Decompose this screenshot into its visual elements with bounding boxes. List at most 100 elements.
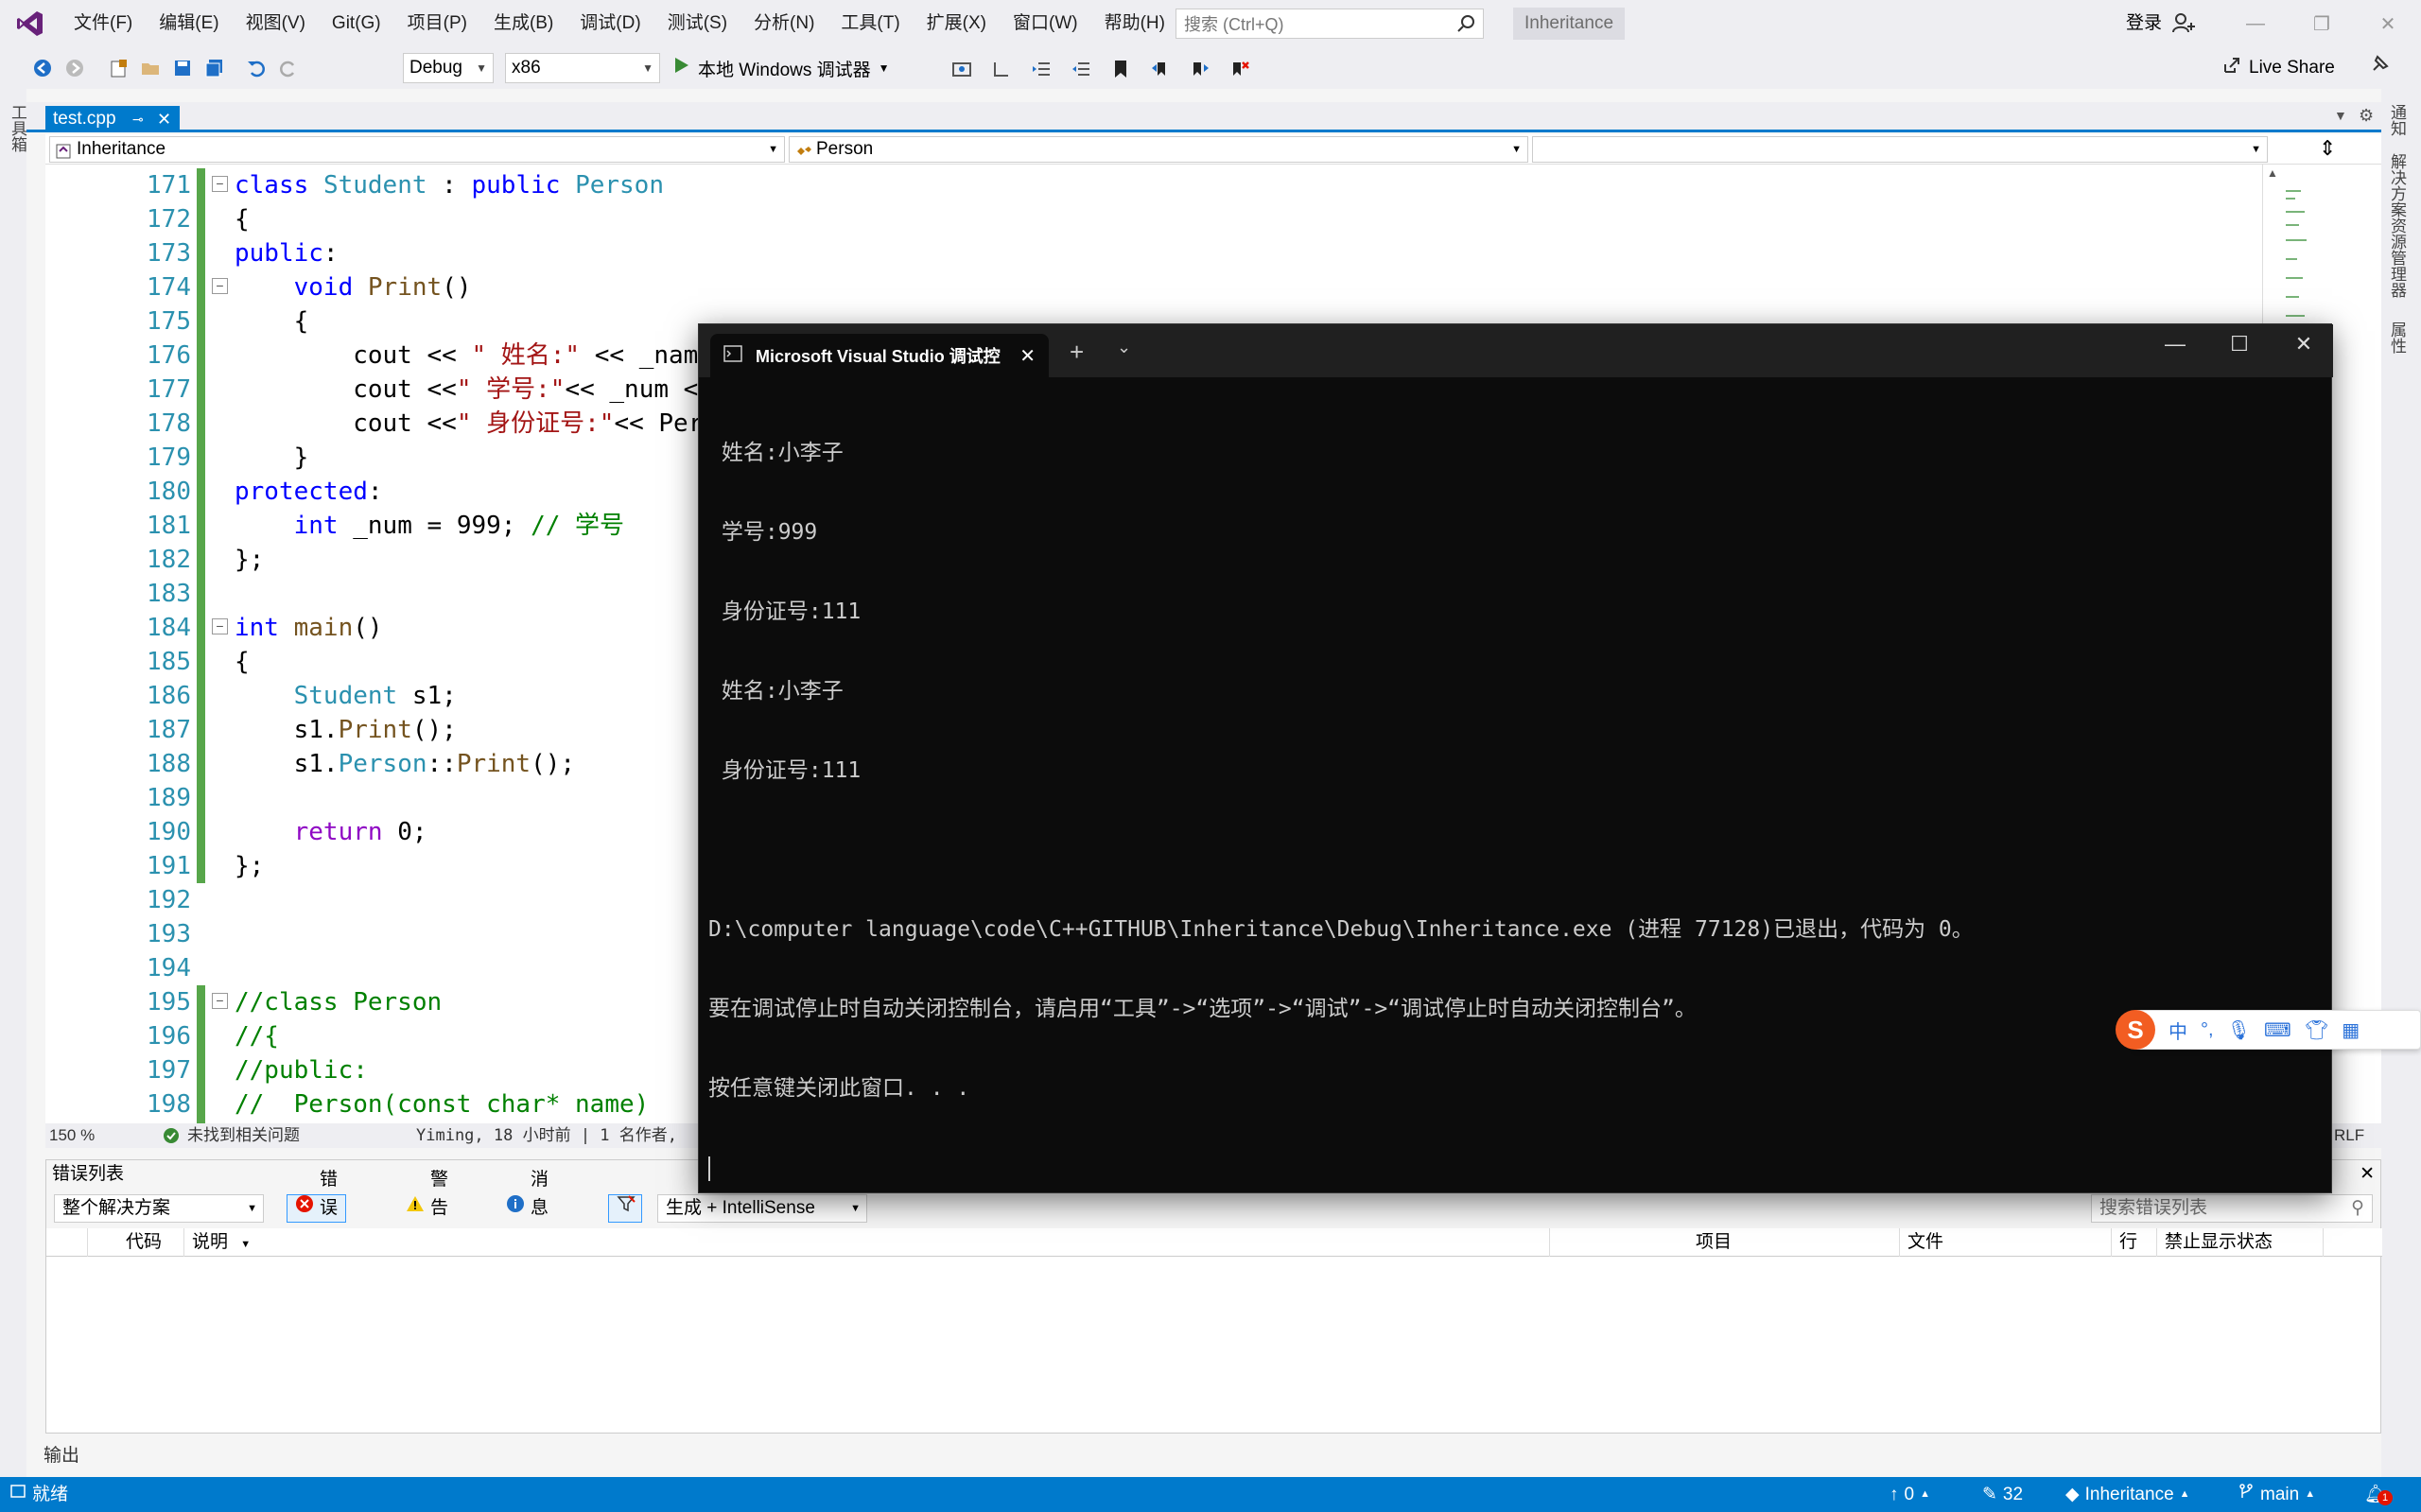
live-share-button[interactable]: Live Share [2222,53,2335,83]
sogou-logo-icon[interactable]: S [2116,1010,2155,1050]
fold-toggle-icon[interactable]: − [212,993,228,1009]
console-line: 学号:999 [708,520,818,545]
scope-filter-select[interactable]: 整个解决方案 ▼ [54,1194,264,1223]
code-line: { [235,205,250,234]
repository-selector[interactable]: ◆ Inheritance ▲ [2065,1477,2190,1512]
warnings-filter-button[interactable]: 警告 0 [398,1170,456,1246]
line-number: 182 [147,546,191,574]
tab-close-icon[interactable]: ✕ [157,106,171,132]
console-maximize-icon[interactable]: ☐ [2216,332,2263,356]
codelens-info[interactable]: Yiming, 18 小时前 | 1 名作者, [416,1123,677,1148]
clear-bookmarks-icon[interactable] [1224,53,1256,85]
feedback-icon[interactable] [2370,53,2391,78]
new-tab-icon[interactable]: + [1070,338,1084,367]
undo-icon[interactable] [240,52,272,84]
back-icon[interactable] [26,52,59,84]
project-dropdown[interactable]: Inheritance ▼ [49,136,785,163]
save-all-icon[interactable] [199,52,231,84]
column-code[interactable]: 代码 [118,1228,184,1257]
microphone-icon[interactable]: 🎙︎ [2227,1018,2251,1042]
fold-toggle-icon[interactable]: − [212,278,228,294]
notifications-bell[interactable]: 🔔︎ 1 [2364,1477,2393,1512]
apps-grid-icon[interactable]: ▦ [2342,1018,2360,1042]
changes-count[interactable]: ✎ 32 [1982,1477,2023,1512]
fold-toggle-icon[interactable]: − [212,618,228,634]
user-add-icon[interactable] [2171,11,2196,41]
chevron-down-icon[interactable]: ⌄ [1117,338,1131,357]
prev-bookmark-icon[interactable] [1144,53,1176,85]
keyboard-icon[interactable]: ⌨ [2264,1018,2291,1042]
filter-toggle-button[interactable] [608,1194,642,1223]
menu-debug[interactable]: 调试(D) [566,0,653,47]
fold-toggle-icon[interactable]: − [212,176,228,192]
menu-project[interactable]: 项目(P) [394,0,480,47]
debug-console-window[interactable]: Microsoft Visual Studio 调试控 ✕ + ⌄ — ☐ ✕ … [698,323,2333,1193]
menu-analyze[interactable]: 分析(N) [740,0,827,47]
start-debugging-button[interactable]: 本地 Windows 调试器 ▼ [673,53,890,83]
push-count[interactable]: ↑ 0 ▲ [1890,1477,1930,1512]
open-folder-icon[interactable] [134,52,166,84]
ime-punctuation[interactable]: °, [2201,1019,2214,1041]
outdent-icon[interactable] [1065,53,1097,85]
output-tab[interactable]: 输出 [44,1441,79,1467]
tab-overflow-icon[interactable]: ▼ [2334,108,2347,123]
login-link[interactable]: 登录 [2126,0,2162,47]
step-icon[interactable] [985,53,1018,85]
save-icon[interactable] [166,52,199,84]
code-line: int main() [235,614,383,642]
indent-icon[interactable] [1025,53,1057,85]
line-number: 179 [147,443,191,472]
menu-build[interactable]: 生成(B) [480,0,566,47]
screenshot-icon[interactable] [946,53,978,85]
menu-tools[interactable]: 工具(T) [827,0,913,47]
minimize-icon[interactable]: — [2222,0,2289,47]
notifications-tab[interactable]: 通知 [2385,104,2409,136]
forward-icon[interactable] [59,52,91,84]
line-number: 190 [147,818,191,846]
messages-filter-button[interactable]: 消息 0 [498,1170,556,1246]
branch-selector[interactable]: main ▲ [2238,1477,2315,1512]
platform-select[interactable]: x86 ▼ [505,53,660,83]
next-bookmark-icon[interactable] [1184,53,1216,85]
menu-edit[interactable]: 编辑(E) [146,0,232,47]
skin-icon[interactable]: 👕︎ [2305,1018,2328,1042]
split-editor-icon[interactable]: ⇕ [2319,136,2336,161]
console-tab-close-icon[interactable]: ✕ [1019,344,1036,368]
menu-extensions[interactable]: 扩展(X) [914,0,1000,47]
line-ending[interactable]: RLF [2334,1123,2364,1148]
status-bar: 就绪 ↑ 0 ▲ ✎ 32 ◆ Inheritance ▲ main ▲ 🔔︎ … [0,1477,2421,1512]
ime-toolbar[interactable]: S 中 °, 🎙︎ ⌨ 👕︎ ▦ [2116,1010,2421,1050]
settings-gear-icon[interactable]: ⚙ [2359,106,2374,126]
scroll-up-icon[interactable]: ▲ [2267,166,2278,180]
scope-dropdown[interactable]: Person ▼ [789,136,1528,163]
member-dropdown[interactable]: ▼ [1532,136,2268,163]
menu-test[interactable]: 测试(S) [654,0,740,47]
console-minimize-icon[interactable]: — [2151,332,2199,356]
pin-icon[interactable]: ⊸ [132,106,144,132]
search-input[interactable]: 搜索 (Ctrl+Q) [1176,9,1484,39]
restore-icon[interactable]: ❐ [2289,0,2355,47]
menu-view[interactable]: 视图(V) [233,0,319,47]
configuration-select[interactable]: Debug ▼ [403,53,494,83]
console-close-icon[interactable]: ✕ [2280,332,2327,356]
tab-test-cpp[interactable]: test.cpp ⊸ ✕ [45,106,180,132]
issues-status[interactable]: 未找到相关问题 [187,1123,300,1148]
menu-git[interactable]: Git(G) [319,0,394,47]
ime-language[interactable]: 中 [2168,1017,2187,1044]
errors-filter-button[interactable]: 错误 0 [287,1170,347,1246]
play-icon [673,56,690,80]
close-icon[interactable]: ✕ [2355,0,2421,47]
zoom-level[interactable]: 150 % [49,1123,95,1148]
code-line: //class Person [235,988,443,1017]
console-tab[interactable]: Microsoft Visual Studio 调试控 ✕ [710,334,1049,377]
new-project-icon[interactable] [102,52,134,84]
menu-file[interactable]: 文件(F) [61,0,146,47]
change-tracking-bar-2 [197,985,205,1123]
menu-help[interactable]: 帮助(H) [1091,0,1178,47]
bookmark-icon[interactable] [1105,53,1137,85]
menu-window[interactable]: 窗口(W) [1000,0,1091,47]
redo-icon[interactable] [272,52,305,84]
panel-close-icon[interactable]: ✕ [2360,1160,2375,1189]
visual-studio-logo-icon[interactable] [0,0,61,47]
line-number: 191 [147,852,191,880]
